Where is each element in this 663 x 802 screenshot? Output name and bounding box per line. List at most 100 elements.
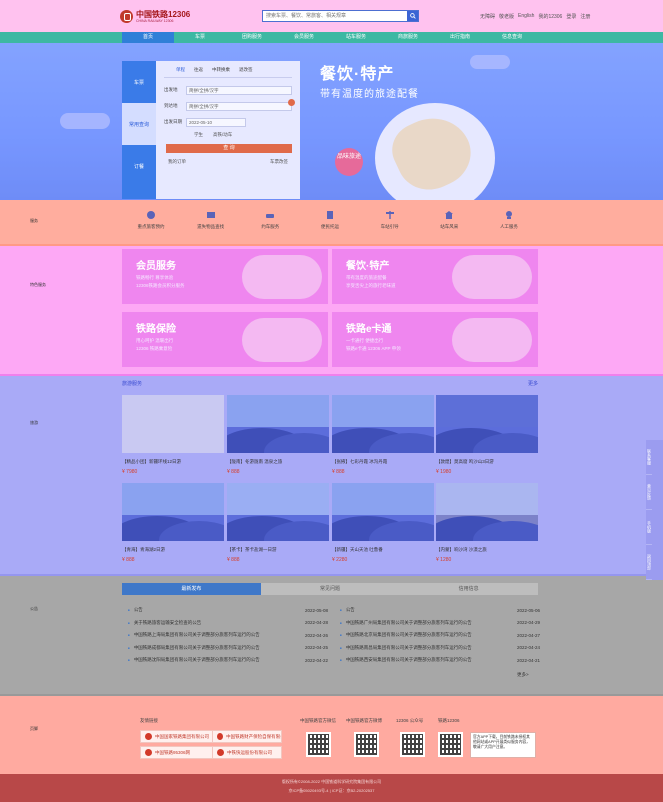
car-icon <box>266 214 275 218</box>
travel-tile[interactable]: 【茶卡】茶卡盐湖一日游 ¥ 888 <box>227 483 329 563</box>
form-tab-refund[interactable]: 退改签 <box>239 67 253 73</box>
partner-link-insurance[interactable]: 中国铁路财产保险自保有限公司 <box>212 730 282 743</box>
hero-badge[interactable]: 品味旅途 <box>335 148 363 176</box>
form-tab-oneway[interactable]: 单程 <box>176 67 185 73</box>
service-lost[interactable]: 遗失物品查找 <box>182 210 240 230</box>
service-priority[interactable]: 重点旅客预约 <box>122 210 180 230</box>
date-input[interactable]: 2022-05-10 <box>186 117 246 127</box>
student-checkbox[interactable]: 学生 <box>194 132 203 138</box>
header-link-my12306[interactable]: 我的12306 <box>538 13 562 20</box>
booking-tab-common[interactable]: 常用查询 <box>122 103 156 145</box>
hero-banner[interactable]: 餐饮·特产 带有温度的旅途配餐 品味旅途 车票 常用查询 订餐 单程 往返 中转… <box>0 43 663 200</box>
promo-title: 铁路保险 <box>136 324 176 335</box>
travel-tile[interactable]: 【陇南】冬游陇南 温泉之旅 ¥ 888 <box>227 395 329 475</box>
news-item[interactable]: 中国铁路上海局集团有限公司关于调整部分旅客列车运行的公告2022-04-26 <box>128 629 328 642</box>
form-tab-transfer[interactable]: 中转换乘 <box>212 67 230 73</box>
search-button[interactable] <box>407 11 418 21</box>
nav-item-group[interactable]: 团购服务 <box>226 32 278 43</box>
railway-logo-icon <box>145 733 152 740</box>
tab-credit[interactable]: 信用信息 <box>399 583 539 595</box>
header-link-login[interactable]: 登录 <box>566 13 576 20</box>
news-item[interactable]: 公告2022-05-06 <box>340 604 540 617</box>
nav-item-station[interactable]: 站车服务 <box>330 32 382 43</box>
from-input[interactable]: 简拼/全拼/汉字 <box>186 85 292 95</box>
side-customer-service[interactable]: 联系客服 <box>646 440 652 475</box>
section-label: 服务 <box>30 218 38 223</box>
news-item[interactable]: 中国铁路北京局集团有限公司关于调整部分旅客列车运行的公告2022-04-27 <box>340 629 540 642</box>
news-more-link[interactable]: 更多> <box>517 672 529 678</box>
tile-caption: 【敦煌】莫高窟 鸣沙山3日游 <box>436 459 494 464</box>
tab-latest[interactable]: 最新发布 <box>122 583 261 595</box>
hero-title: 餐饮·特产 <box>320 66 395 83</box>
travel-tile[interactable]: 【新疆】天山天池 吐鲁番 ¥ 2280 <box>332 483 434 563</box>
news-item[interactable]: 中国铁路成都局集团有限公司关于调整部分旅客列车运行的公告2022-04-25 <box>128 642 328 655</box>
travel-tile[interactable]: 【张掖】七彩丹霞 冰沟丹霞 ¥ 888 <box>332 395 434 475</box>
tile-price: ¥ 888 <box>227 557 240 563</box>
partner-link-express[interactable]: 中铁快运股份有限公司 <box>212 746 282 759</box>
side-mobile[interactable]: 手机版 <box>646 510 652 545</box>
travel-tile[interactable]: 【精品小团】新疆环线12日游 ¥ 7980 <box>122 395 224 475</box>
travel-tile[interactable]: 【青海】青海湖2日游 ¥ 888 <box>122 483 224 563</box>
promo-card-ecard[interactable]: 铁路e卡通 一卡通行 便捷出行 铁路e卡通 12306 APP 申领 <box>332 312 538 367</box>
query-button[interactable]: 查 询 <box>166 144 292 153</box>
service-label: 站车风采 <box>440 224 459 229</box>
icp-text: 京ICP备05020493号-4 | ICP证：京B2-20202537 <box>288 788 375 793</box>
nav-item-tickets[interactable]: 车票 <box>174 32 226 43</box>
form-tab-roundtrip[interactable]: 往返 <box>194 67 203 73</box>
header-link-accessible[interactable]: 无障碍 <box>480 13 495 20</box>
side-back-to-top[interactable]: 返回顶部 <box>646 545 652 580</box>
railway-logo-icon <box>120 9 133 23</box>
nav-item-member[interactable]: 会员服务 <box>278 32 330 43</box>
form-tabs: 单程 往返 中转换乘 退改签 <box>164 67 292 78</box>
header-link-register[interactable]: 注册 <box>580 13 590 20</box>
header-link-elderly[interactable]: 敬老版 <box>499 13 514 20</box>
news-item[interactable]: 中国铁路南昌局集团有限公司关于调整部分旅客列车运行的公告2022-04-24 <box>340 642 540 655</box>
promo-title: 会员服务 <box>136 261 176 272</box>
news-item[interactable]: 公告2022-05-08 <box>128 604 328 617</box>
promo-card-food[interactable]: 餐饮·特产 带有温度的旅途配餐 享受舌尖上的旅行老味道 <box>332 249 538 304</box>
site-logo[interactable]: 中国铁路12306 CHINA RAILWAY 12306 <box>120 7 200 25</box>
side-feedback[interactable]: 意见反馈 <box>646 475 652 510</box>
news-item[interactable]: 关于铁路旅客运输安全检查的公告2022-04-28 <box>128 617 328 630</box>
service-agent[interactable]: 人工服务 <box>480 210 538 230</box>
swap-stations-icon[interactable] <box>288 99 295 106</box>
booking-side-tabs: 车票 常用查询 订餐 <box>122 61 156 199</box>
booking-tab-meal[interactable]: 订餐 <box>122 145 156 187</box>
travel-tile[interactable]: 【敦煌】莫高窟 鸣沙山3日游 ¥ 1980 <box>436 395 538 475</box>
footer-band: 页脚 友情链接 中国国家铁路集团有限公司 中国铁路95306网 中国铁路财产保险… <box>0 696 663 774</box>
nav-item-home[interactable]: 首页 <box>122 32 174 43</box>
news-item[interactable]: 中国铁路广州局集团有限公司关于调整部分旅客列车运行的公告2022-04-29 <box>340 617 540 630</box>
to-input[interactable]: 简拼/全拼/汉字 <box>186 101 292 111</box>
service-shipping[interactable]: 便民托运 <box>301 210 359 230</box>
promo-image <box>452 255 532 299</box>
promo-card-member[interactable]: 会员服务 铁路畅行 尊享体验 12306铁路会员积分服务 <box>122 249 328 304</box>
main-nav: 首页 车票 团购服务 会员服务 站车服务 商旅服务 出行指南 信息查询 <box>0 32 663 43</box>
nav-item-business[interactable]: 商旅服务 <box>382 32 434 43</box>
service-showcase[interactable]: 站车风采 <box>420 210 478 230</box>
service-guide[interactable]: 车站引导 <box>361 210 419 230</box>
tile-price: ¥ 888 <box>227 469 240 475</box>
news-item[interactable]: 中国铁路沈阳局集团有限公司关于调整部分旅客列车运行的公告2022-04-22 <box>128 654 328 667</box>
weibo-qr-code <box>354 732 379 757</box>
tab-faq[interactable]: 常见问题 <box>260 583 400 595</box>
promo-card-insurance[interactable]: 铁路保险 用心呵护 温暖出行 12306 铁路乘意险 <box>122 312 328 367</box>
travel-image <box>227 483 329 541</box>
highspeed-checkbox[interactable]: 高铁/动车 <box>213 132 232 138</box>
travel-more-link[interactable]: 更多 <box>528 380 538 387</box>
service-car[interactable]: 约车服务 <box>241 210 299 230</box>
travel-tile[interactable]: 【内蒙】响沙湾 沙漠之旅 ¥ 1280 <box>436 483 538 563</box>
change-ticket-link[interactable]: 车票改签 <box>270 159 288 165</box>
header-link-english[interactable]: English <box>518 13 534 20</box>
nav-item-guide[interactable]: 出行指南 <box>434 32 486 43</box>
booking-tab-tickets[interactable]: 车票 <box>122 61 156 103</box>
section-label: 页脚 <box>30 726 38 731</box>
my-orders-link[interactable]: 我的订单 <box>168 159 186 165</box>
tile-caption: 【陇南】冬游陇南 温泉之旅 <box>227 459 283 464</box>
tile-caption: 【青海】青海湖2日游 <box>122 547 166 552</box>
signpost-icon <box>385 211 394 219</box>
nav-item-info[interactable]: 信息查询 <box>486 32 538 43</box>
promo-image <box>452 318 532 362</box>
search-input[interactable] <box>263 11 407 21</box>
tile-caption: 【茶卡】茶卡盐湖一日游 <box>227 547 277 552</box>
news-item[interactable]: 中国铁路西安局集团有限公司关于调整部分旅客列车运行的公告2022-04-21 <box>340 654 540 667</box>
